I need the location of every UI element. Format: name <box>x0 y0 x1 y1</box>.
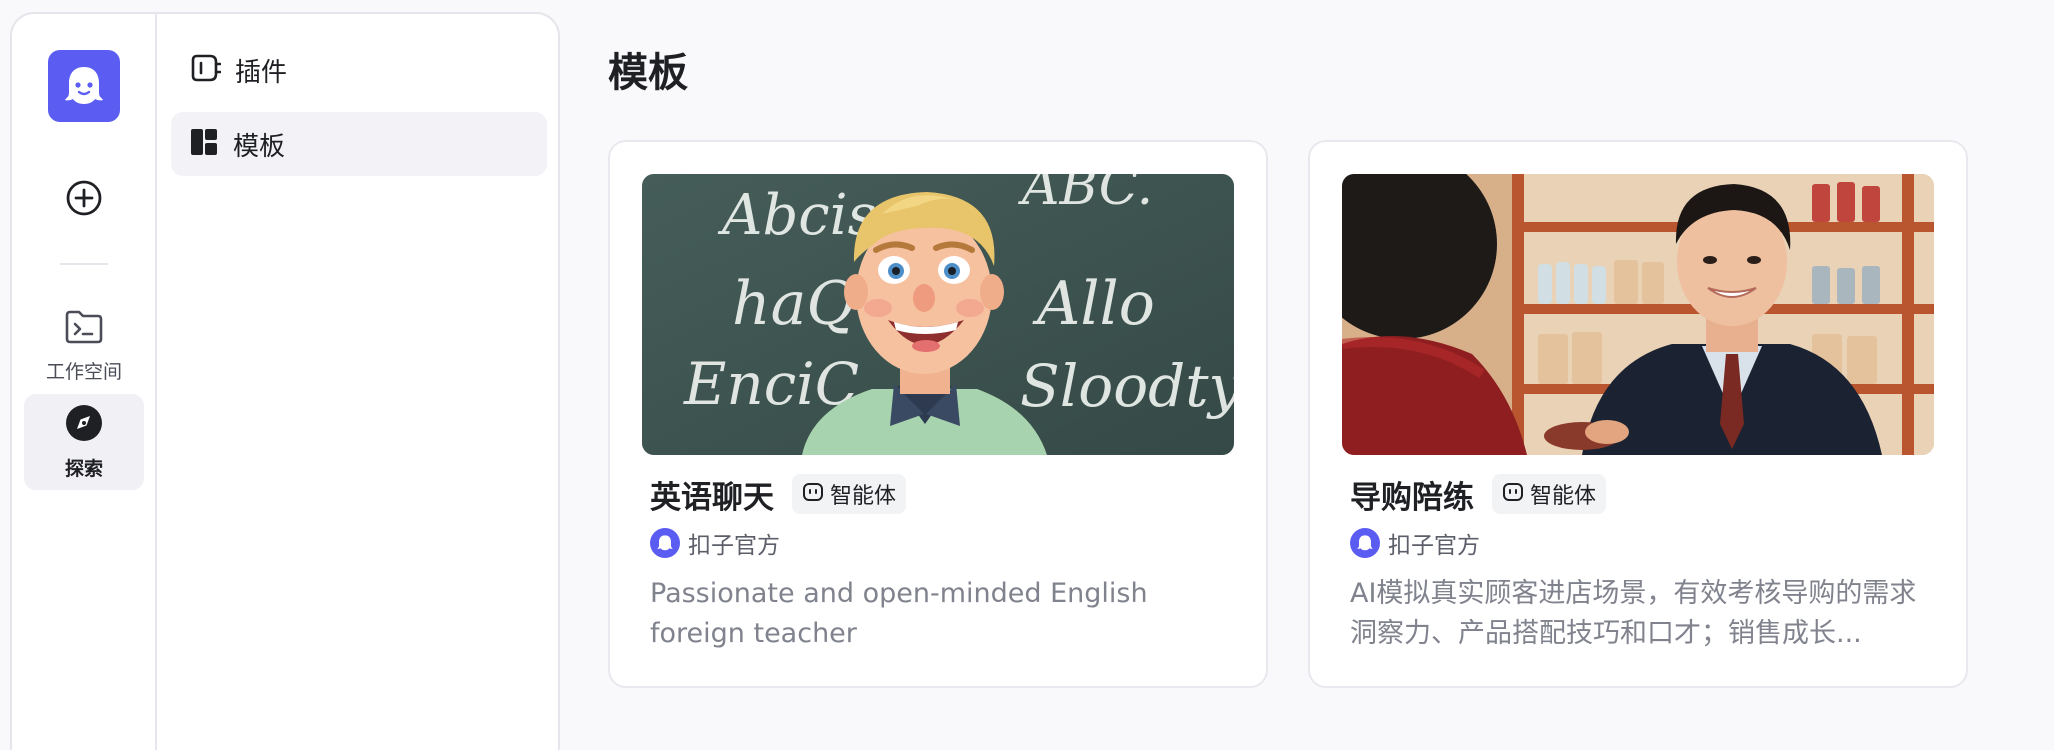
card-title-row: 导购陪练 智能体 <box>1350 472 1607 516</box>
card-description: Passionate and open-minded English forei… <box>650 578 1148 649</box>
terminal-folder-icon <box>64 309 104 349</box>
template-card[interactable]: 导购陪练 智能体 扣子官方 AI模拟真实顾客进店场景，有效考核导购的需求洞察力、… <box>1308 140 1968 688</box>
card-title: 导购陪练 <box>1350 479 1474 516</box>
plug-icon <box>189 52 222 88</box>
layout-grid-icon <box>189 127 219 161</box>
card-description: AI模拟真实顾客进店场景，有效考核导购的需求洞察力、产品搭配技巧和口才；销售成长… <box>1350 578 1917 649</box>
bot-face-icon <box>802 481 824 507</box>
rail-item-label: 工作空间 <box>45 360 122 383</box>
avatar <box>650 528 680 558</box>
card-title-row: 英语聊天 智能体 <box>650 472 907 516</box>
rail-divider <box>60 263 108 265</box>
subnav-item-label: 模板 <box>233 131 286 162</box>
template-thumbnail <box>1342 174 1934 455</box>
bot-face-icon <box>1502 481 1524 507</box>
plus-circle-icon[interactable] <box>64 178 104 218</box>
left-panel: 工作空间 探索 插件 模板 <box>10 12 560 750</box>
chalk-word: haQ <box>732 269 856 339</box>
chalk-word: EnciC <box>683 350 859 418</box>
card-author: 扣子官方 <box>650 526 780 560</box>
rail-item-label: 探索 <box>64 457 103 480</box>
app-root: 工作空间 探索 插件 模板 模板 Abcise ABC. haQ Allo En… <box>0 0 2054 750</box>
sub-navigation: 插件 模板 <box>157 14 558 750</box>
agent-tag: 智能体 <box>792 474 907 514</box>
ghost-logo-icon[interactable] <box>48 50 120 122</box>
tag-label: 智能体 <box>1530 484 1597 509</box>
template-card[interactable]: Abcise ABC. haQ Allo EnciC Sloodty 英语聊天 … <box>608 140 1268 688</box>
agent-tag: 智能体 <box>1492 474 1607 514</box>
subnav-item-templates[interactable]: 模板 <box>171 112 547 176</box>
rail-item-workspace[interactable]: 工作空间 <box>24 298 144 394</box>
subnav-item-label: 插件 <box>235 57 288 88</box>
chalk-word: Sloodty <box>1020 352 1234 420</box>
tag-label: 智能体 <box>830 484 897 509</box>
avatar <box>1350 528 1380 558</box>
compass-icon <box>65 404 103 446</box>
rail-item-explore[interactable]: 探索 <box>24 394 144 490</box>
subnav-item-plugins[interactable]: 插件 <box>171 38 547 102</box>
author-name: 扣子官方 <box>1388 533 1480 559</box>
chalk-word: Allo <box>1032 269 1155 339</box>
card-author: 扣子官方 <box>1350 526 1480 560</box>
author-name: 扣子官方 <box>688 533 780 559</box>
page-title: 模板 <box>608 50 688 96</box>
card-title: 英语聊天 <box>650 479 774 516</box>
chalk-word: ABC. <box>1018 174 1153 217</box>
template-thumbnail: Abcise ABC. haQ Allo EnciC Sloodty <box>642 174 1234 455</box>
icon-rail: 工作空间 探索 <box>12 14 157 750</box>
